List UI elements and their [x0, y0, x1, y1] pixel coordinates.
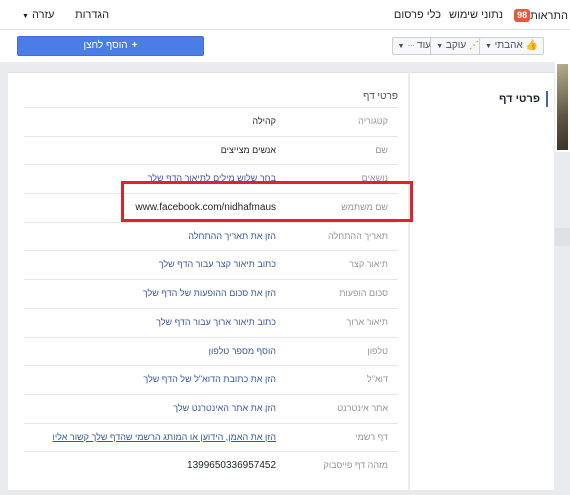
page-info-rows: קטגוריה קהילה שם אנשים מצייצים נושאים בח… — [24, 107, 398, 480]
caret-down-icon: ▼ — [397, 43, 405, 50]
caret-down-icon: ▼ — [436, 43, 444, 50]
page-info-sidebar: פרטי דף — [410, 72, 554, 490]
row-label: טלפון — [367, 345, 388, 356]
notifications-tab[interactable]: 98 התראות — [511, 9, 568, 22]
row-label: תיאור ארוך — [346, 316, 388, 327]
caret-down-icon: ▼ — [22, 13, 29, 20]
add-button-button[interactable]: הוסף לחצן + — [17, 36, 204, 56]
publishing-tools-tab[interactable]: כלי פרסום — [394, 9, 441, 21]
info-row-website[interactable]: אתר אינטרנט הזן את אתר האינטרנט שלך — [24, 393, 398, 423]
row-value: www.facebook.com/nidhafmaus — [135, 202, 276, 214]
page-info-title: פרטי דף — [363, 91, 398, 102]
row-label: מזהה דף פייסבוק — [323, 460, 388, 471]
row-label: שם — [375, 144, 388, 155]
help-label: עזרה — [31, 9, 55, 21]
page-info-panel: פרטי דף קטגוריה קהילה שם אנשים מצייצים נ… — [8, 72, 408, 490]
row-value-link[interactable]: הוסף מספר טלפון — [209, 346, 276, 356]
row-value: אנשים מצייצים — [220, 144, 276, 155]
row-label: תיאור קצר — [349, 259, 388, 270]
caret-down-icon: ▼ — [484, 43, 492, 50]
cover-photo-thumbnail[interactable] — [555, 62, 570, 152]
follow-label: עוקב — [445, 40, 467, 51]
more-dots-icon: ··· — [407, 40, 415, 51]
info-row-official-page[interactable]: דף רשמי הזן את האמן, הידוען או המותג הרש… — [24, 422, 398, 452]
row-value-link[interactable]: כתוב תיאור ארוך עבור הדף שלך — [156, 317, 276, 327]
row-value: 1399650336957452 — [187, 460, 276, 472]
thumbs-up-icon: 👍 — [525, 40, 538, 51]
like-button[interactable]: ▼ אהבתי 👍 — [478, 37, 544, 55]
info-row-page-id[interactable]: מזהה דף פייסבוק 1399650336957452 — [24, 451, 398, 480]
row-value-link[interactable]: בחר שלוש מילים לתיאור הדף שלך — [148, 173, 276, 183]
help-menu[interactable]: ▼ עזרה — [22, 9, 54, 21]
row-value-link[interactable]: כתוב תיאור קצר עבור הדף שלך — [159, 259, 276, 269]
row-value: קהילה — [252, 116, 276, 126]
row-label: סכום הופעות — [339, 288, 388, 299]
plus-icon: + — [131, 40, 138, 51]
info-row-email[interactable]: דוא"ל הזן את כתובת הדוא"ל של הדף שלך — [24, 365, 398, 394]
row-value-link[interactable]: הזן את תאריך ההתחלה — [188, 231, 276, 241]
sidebar-item-page-info[interactable]: פרטי דף — [499, 91, 548, 107]
insights-tab[interactable]: נתוני שימוש — [449, 9, 503, 21]
info-row-name[interactable]: שם אנשים מצייצים — [24, 135, 398, 165]
info-row-short-description[interactable]: תיאור קצר כתוב תיאור קצר עבור הדף שלך — [24, 250, 398, 279]
info-row-topics[interactable]: נושאים בחר שלוש מילים לתיאור הדף שלך — [24, 164, 398, 193]
settings-tab[interactable]: הגדרות — [75, 9, 109, 21]
add-button-label: הוסף לחצן — [83, 40, 128, 51]
info-row-category[interactable]: קטגוריה קהילה — [24, 107, 398, 136]
page-admin-topbar: 98 התראות נתוני שימוש כלי פרסום הגדרות ▼ ע… — [0, 0, 570, 30]
row-value-link[interactable]: הזן את האמן, הידוען או המותג הרשמי שהדף … — [53, 432, 277, 442]
info-row-long-description[interactable]: תיאור ארוך כתוב תיאור ארוך עבור הדף שלך — [24, 307, 398, 337]
more-label: עוד — [417, 40, 431, 51]
row-label: אתר אינטרנט — [337, 402, 388, 413]
rss-icon: ⋰ — [469, 40, 479, 51]
info-row-performances[interactable]: סכום הופעות הזן את סכום ההופעות של הדף ש… — [24, 279, 398, 308]
side-panel-scroll-area[interactable] — [555, 228, 570, 246]
follow-button[interactable]: ▼ עוקב ⋰ — [430, 37, 485, 55]
notifications-count-badge: 98 — [514, 9, 531, 22]
row-value-link[interactable]: הזן את אתר האינטרנט שלך — [173, 403, 276, 413]
row-label: תאריך ההתחלה — [328, 230, 388, 241]
info-row-phone[interactable]: טלפון הוסף מספר טלפון — [24, 336, 398, 366]
like-label: אהבתי — [494, 40, 523, 51]
row-label: דוא"ל — [367, 374, 388, 385]
cover-photo-image — [557, 64, 568, 150]
notifications-label: התראות — [530, 10, 568, 22]
row-label: דף רשמי — [355, 431, 388, 442]
row-value-link[interactable]: הזן את כתובת הדוא"ל של הדף שלך — [143, 374, 276, 384]
row-value-link[interactable]: הזן את סכום ההופעות של הדף שלך — [143, 288, 276, 298]
row-label: שם משתמש — [341, 202, 388, 213]
info-row-start-date[interactable]: תאריך ההתחלה הזן את תאריך ההתחלה — [24, 221, 398, 251]
row-label: קטגוריה — [358, 116, 388, 126]
info-row-username[interactable]: שם משתמש www.facebook.com/nidhafmaus — [24, 193, 398, 222]
page-action-row: הוסף לחצן + ▼ ··· עוד ▼ עוקב ⋰ ▼ אהבתי 👍 — [0, 30, 570, 62]
row-label: נושאים — [361, 173, 388, 184]
